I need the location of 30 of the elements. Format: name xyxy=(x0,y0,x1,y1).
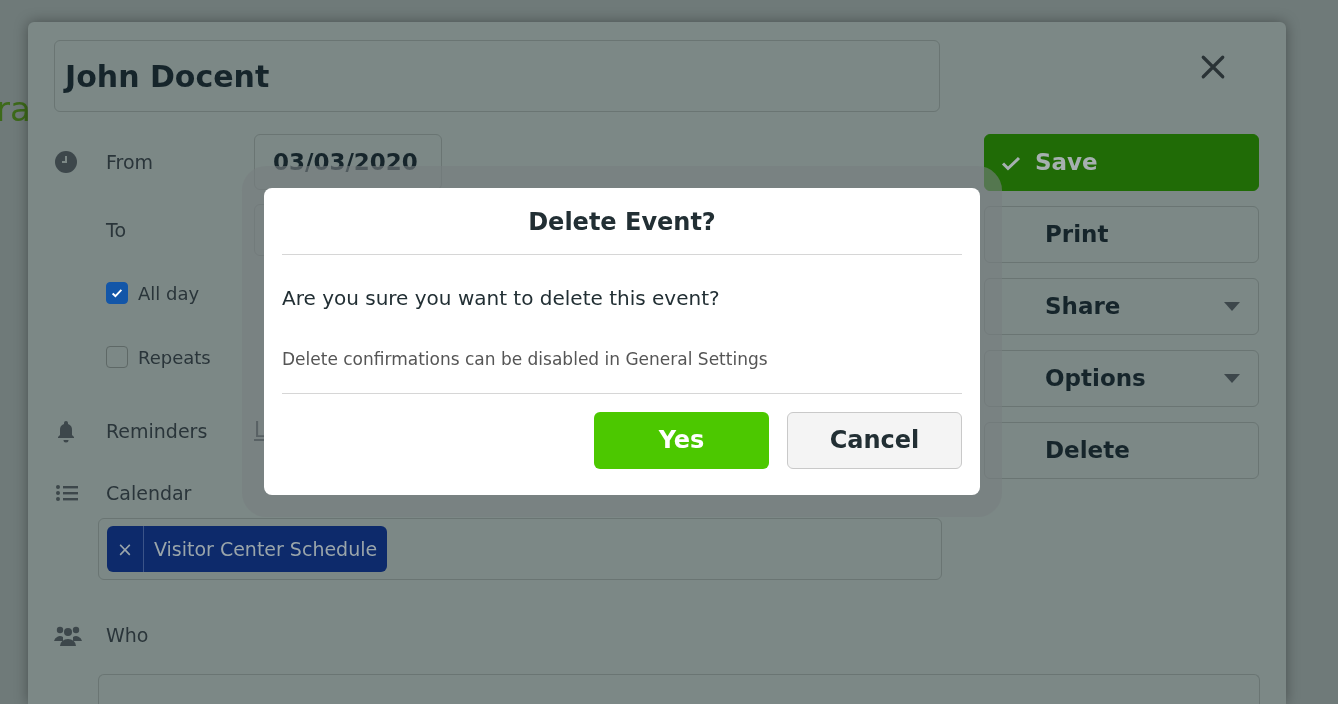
field-label: Reminders xyxy=(106,418,209,444)
clock-icon xyxy=(54,150,78,174)
checkbox-label: Repeats xyxy=(138,345,211,370)
close-icon[interactable] xyxy=(1200,54,1226,80)
field-label: Calendar xyxy=(106,480,193,506)
cancel-button[interactable]: Cancel xyxy=(787,411,962,469)
field-label: To xyxy=(106,217,127,243)
save-button[interactable]: Save xyxy=(984,134,1259,191)
checkbox[interactable] xyxy=(106,282,128,304)
title-field[interactable]: John Docent xyxy=(54,40,940,112)
remove-tag-button[interactable]: × xyxy=(107,526,144,572)
dialog-message: Are you sure you want to delete this event? xyxy=(282,285,721,312)
checkbox[interactable] xyxy=(106,346,128,368)
tag-label: Visitor Center Schedule xyxy=(152,536,379,562)
dropdown-button[interactable]: Share xyxy=(984,278,1259,335)
check-icon xyxy=(110,286,124,300)
action-button[interactable]: Print xyxy=(984,206,1259,263)
action-button[interactable]: Delete xyxy=(984,422,1259,479)
check-icon xyxy=(1001,154,1021,171)
field-label: From xyxy=(106,149,155,175)
caret-icon xyxy=(1224,374,1240,383)
dialog-title: Delete Event? xyxy=(527,207,717,238)
dialog-note: Delete confirmations can be disabled in General Settings xyxy=(282,348,769,371)
dropdown-button[interactable]: Options xyxy=(984,350,1259,407)
settings-link[interactable]: General Settings xyxy=(625,349,768,369)
checkbox-label: All day xyxy=(138,281,200,306)
yes-button[interactable]: Yes xyxy=(594,411,769,469)
caret-icon xyxy=(1224,302,1240,311)
field-label: Who xyxy=(106,622,150,648)
calendar-field[interactable]: × Visitor Center Schedule xyxy=(98,518,942,580)
